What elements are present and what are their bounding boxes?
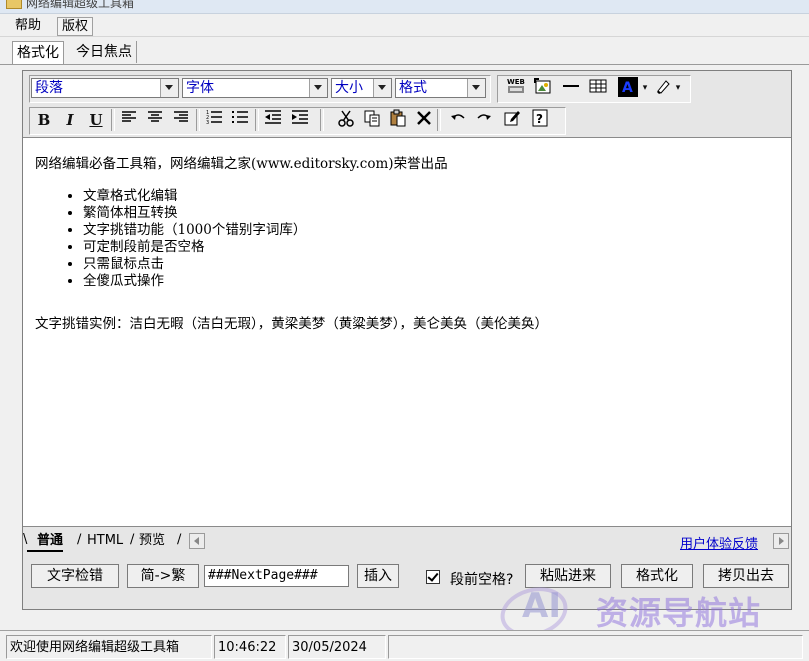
example-text: 文字挑错实例：洁白无暇（洁白无瑕），黄梁美梦（黄粱美梦），美仑美奂（美伦美奂）: [35, 316, 548, 332]
tab-today-focus[interactable]: 今日焦点: [72, 41, 137, 63]
feature-list: 文章格式化编辑 繁简体相互转换 文字挑错功能（1000个错别字词库） 可定制段前…: [35, 188, 791, 290]
font-select-value: 字体: [186, 80, 214, 96]
size-select-value: 大小: [335, 80, 363, 96]
status-time: 10:46:22: [214, 635, 286, 659]
list-item: 繁简体相互转换: [83, 205, 791, 222]
chevron-down-icon[interactable]: [373, 79, 391, 97]
text-color-dropdown-icon[interactable]: ▾: [640, 77, 650, 99]
chevron-down-icon[interactable]: [160, 79, 178, 97]
list-item: 文字挑错功能（1000个错别字词库）: [83, 222, 791, 239]
toolbar-separator: [111, 109, 115, 131]
toolbar-separator: [320, 109, 324, 131]
tab-html[interactable]: HTML: [87, 532, 123, 550]
tab-preview[interactable]: 预览: [139, 532, 165, 550]
toolbar-separator: [437, 109, 441, 131]
italic-button[interactable]: I: [59, 109, 81, 131]
copy-icon[interactable]: [361, 109, 383, 131]
intro-text: 网络编辑必备工具箱，网络编辑之家(www.editorsky.com)荣誉出品: [35, 156, 448, 172]
numbered-list-icon[interactable]: 123: [203, 109, 225, 131]
title-bar: 网络编辑超级工具箱: [0, 0, 809, 14]
scroll-left-icon[interactable]: [189, 533, 205, 549]
svg-text:3: 3: [206, 120, 209, 125]
editor-frame: 段落 字体 大小 格式 WEB A ▾ ▾ B I U 123 ? 网络编辑必备…: [22, 70, 792, 610]
watermark-ai: AI: [522, 586, 561, 626]
highlight-dropdown-icon[interactable]: ▾: [673, 77, 683, 99]
highlight-pen-icon[interactable]: [653, 77, 675, 99]
menu-copyright[interactable]: 版权: [57, 17, 94, 36]
help-icon[interactable]: ?: [529, 109, 551, 131]
chevron-down-icon[interactable]: [309, 79, 327, 97]
redo-icon[interactable]: [473, 109, 495, 131]
toolbar-separator: [196, 109, 200, 131]
status-welcome: 欢迎使用网络编辑超级工具箱: [6, 635, 212, 659]
chevron-down-icon[interactable]: [467, 79, 485, 97]
outdent-icon[interactable]: [262, 109, 284, 131]
list-item: 只需鼠标点击: [83, 256, 791, 273]
style-select-value: 格式: [399, 80, 427, 96]
edit-document-icon[interactable]: [501, 109, 523, 131]
svg-text:?: ?: [536, 112, 543, 126]
tab-slant: ∕: [77, 532, 82, 547]
watermark: AI 资源导航站: [494, 580, 800, 644]
insert-table-icon[interactable]: [587, 77, 609, 99]
insert-image-icon[interactable]: [532, 77, 554, 99]
status-empty: [388, 635, 803, 659]
delete-icon[interactable]: [413, 109, 435, 131]
window-title: 网络编辑超级工具箱: [26, 0, 135, 10]
align-center-icon[interactable]: [144, 109, 166, 131]
paste-icon[interactable]: [387, 109, 409, 131]
cut-icon[interactable]: [335, 109, 357, 131]
tab-slant: ∕: [177, 532, 182, 547]
check-text-button[interactable]: 文字检错: [31, 564, 119, 588]
bold-button[interactable]: B: [33, 109, 55, 131]
horizontal-rule-icon[interactable]: [560, 77, 582, 99]
status-date: 30/05/2024: [288, 635, 386, 659]
tab-slant: ∕: [130, 532, 135, 547]
tab-normal[interactable]: 普通: [27, 532, 64, 552]
tab-format[interactable]: 格式化: [12, 41, 64, 64]
bullet-list-icon[interactable]: [229, 109, 251, 131]
align-left-icon[interactable]: [118, 109, 140, 131]
insert-button[interactable]: 插入: [357, 564, 399, 588]
page-break-field[interactable]: ###NextPage###: [204, 565, 349, 587]
menu-bar: 帮助 版权: [0, 15, 809, 37]
svg-text:A: A: [622, 80, 633, 96]
status-bar: 欢迎使用网络编辑超级工具箱 10:46:22 30/05/2024: [0, 630, 809, 661]
indent-checkbox[interactable]: [426, 570, 440, 584]
style-select[interactable]: 格式: [395, 78, 486, 98]
app-icon: [6, 0, 22, 9]
editor-content[interactable]: 网络编辑必备工具箱，网络编辑之家(www.editorsky.com)荣誉出品 …: [23, 137, 791, 527]
paragraph-select-value: 段落: [35, 80, 63, 96]
font-select[interactable]: 字体: [182, 78, 328, 98]
underline-button[interactable]: U: [85, 109, 107, 131]
size-select[interactable]: 大小: [331, 78, 392, 98]
paragraph-select[interactable]: 段落: [31, 78, 179, 98]
list-item: 可定制段前是否空格: [83, 239, 791, 256]
simplified-to-traditional-button[interactable]: 简->繁: [127, 564, 199, 588]
align-right-icon[interactable]: [170, 109, 192, 131]
menu-help[interactable]: 帮助: [11, 17, 45, 34]
svg-text:WEB: WEB: [507, 78, 525, 86]
indent-icon[interactable]: [289, 109, 311, 131]
list-item: 全傻瓜式操作: [83, 273, 791, 290]
web-icon[interactable]: WEB: [505, 77, 527, 99]
top-tabs: 格式化 今日焦点: [0, 41, 809, 65]
text-color-icon[interactable]: A: [618, 77, 640, 99]
feedback-link[interactable]: 用户体验反馈: [680, 533, 758, 552]
undo-icon[interactable]: [447, 109, 469, 131]
view-tabs: \ 普通 ∕ HTML ∕ 预览 ∕ 用户体验反馈: [23, 530, 791, 552]
list-item: 文章格式化编辑: [83, 188, 791, 205]
toolbar-separator: [255, 109, 259, 131]
tab-divider: [0, 64, 809, 65]
scroll-right-icon[interactable]: [773, 533, 789, 549]
watermark-text: 资源导航站: [596, 594, 762, 632]
